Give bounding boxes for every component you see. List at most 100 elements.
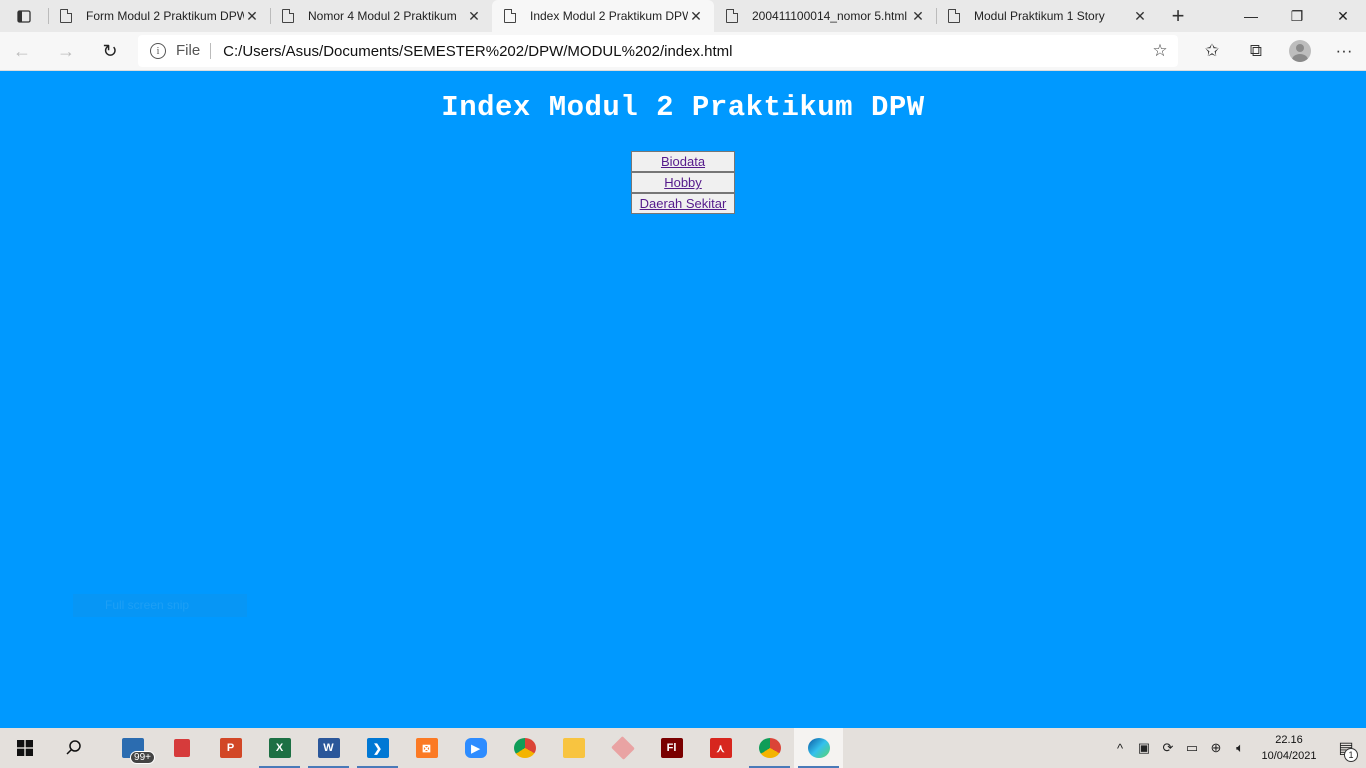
- clock[interactable]: 22.16 10/04/2021: [1252, 732, 1326, 764]
- zoom-icon: ▶: [464, 738, 487, 758]
- chrome-profile-icon: [758, 738, 781, 758]
- new-tab-button[interactable]: +: [1158, 0, 1198, 32]
- battery-icon[interactable]: ▭: [1180, 740, 1204, 756]
- gift-icon: [173, 739, 190, 757]
- link-daerah-sekitar[interactable]: Daerah Sekitar: [631, 193, 735, 214]
- add-favorite-icon[interactable]: ☆: [1142, 41, 1178, 61]
- more-icon: ···: [1335, 41, 1353, 60]
- favorites-icon: ✩: [1204, 41, 1220, 60]
- close-tab-icon[interactable]: ✕: [244, 8, 260, 25]
- excel-app[interactable]: X: [255, 728, 304, 768]
- tab-title: Modul Praktikum 1 Story: [974, 9, 1105, 23]
- tab-strip: Form Modul 2 Praktikum DPW ✕ Nomor 4 Mod…: [0, 0, 1366, 32]
- layers-icon: [610, 736, 635, 760]
- flash-app[interactable]: Fl: [647, 728, 696, 768]
- close-tab-icon[interactable]: ✕: [910, 8, 926, 25]
- layers-app[interactable]: [598, 728, 647, 768]
- tab-title: Index Modul 2 Praktikum DPW: [530, 9, 688, 23]
- restore-button[interactable]: ❐: [1274, 0, 1320, 32]
- powerpoint-icon: P: [219, 738, 242, 758]
- tab-2[interactable]: Index Modul 2 Praktikum DPW ✕: [492, 0, 714, 32]
- tab-title: Nomor 4 Modul 2 Praktikum: [308, 9, 457, 23]
- back-button[interactable]: ←: [0, 35, 44, 67]
- tab-4[interactable]: Modul Praktikum 1 Story ✕: [936, 0, 1158, 32]
- zoom-app[interactable]: ▶: [451, 728, 500, 768]
- tab-title: Form Modul 2 Praktikum DPW: [86, 9, 244, 23]
- tab-title: 200411100014_nomor 5.html: [752, 9, 908, 23]
- link-hobby[interactable]: Hobby: [631, 172, 735, 193]
- close-window-button[interactable]: ✕: [1320, 0, 1366, 32]
- snip-overlay: Full screen snip: [73, 594, 247, 617]
- tab-1[interactable]: Nomor 4 Modul 2 Praktikum ✕: [270, 0, 492, 32]
- document-icon: [60, 9, 72, 23]
- network-icon[interactable]: ⊕: [1204, 740, 1228, 756]
- meet-now-icon[interactable]: ▣: [1132, 740, 1156, 756]
- window-controls: — ❐ ✕: [1228, 0, 1366, 32]
- tab-actions-button[interactable]: [0, 0, 48, 32]
- link-biodata[interactable]: Biodata: [631, 151, 735, 172]
- chrome-icon: [513, 738, 536, 758]
- link-menu: Biodata Hobby Daerah Sekitar: [631, 151, 735, 214]
- page-content: Index Modul 2 Praktikum DPW Biodata Hobb…: [0, 71, 1366, 728]
- file-explorer-app[interactable]: [549, 728, 598, 768]
- notification-count: 1: [1344, 748, 1358, 762]
- word-app[interactable]: W: [304, 728, 353, 768]
- refresh-icon: ↻: [102, 40, 118, 61]
- excel-icon: X: [268, 738, 291, 758]
- arrow-right-icon: →: [57, 40, 75, 61]
- forward-button[interactable]: →: [44, 35, 88, 67]
- search-icon: [65, 740, 81, 755]
- refresh-button[interactable]: ↻: [88, 35, 132, 67]
- settings-more-button[interactable]: ···: [1322, 35, 1366, 67]
- update-icon[interactable]: ⟳: [1156, 740, 1180, 756]
- browser-toolbar: ← → ↻ i File C:/Users/Asus/Documents/SEM…: [0, 32, 1366, 71]
- plus-icon: +: [1171, 3, 1185, 28]
- clock-time: 22.16: [1275, 734, 1303, 746]
- profile-button[interactable]: [1278, 35, 1322, 67]
- info-icon[interactable]: i: [150, 43, 166, 59]
- start-button[interactable]: [0, 728, 49, 768]
- powerpoint-app[interactable]: P: [206, 728, 255, 768]
- chrome-app[interactable]: [500, 728, 549, 768]
- flash-icon: Fl: [660, 738, 683, 758]
- word-icon: W: [317, 738, 340, 758]
- xampp-app[interactable]: ⊠: [402, 728, 451, 768]
- acrobat-icon: ⋏: [709, 738, 732, 758]
- notification-button[interactable]: ▤ 1: [1326, 728, 1366, 768]
- taskbar: 99+ P X W ❯ ⊠ ▶ Fl ⋏ ^ ▣ ⟳ ▭ ⊕ 🔈︎ 22.16 …: [0, 728, 1366, 768]
- collections-button[interactable]: ⧉: [1234, 35, 1278, 67]
- windows-icon: [16, 740, 33, 756]
- xampp-icon: ⊠: [415, 738, 438, 758]
- volume-icon[interactable]: 🔈︎: [1228, 740, 1252, 756]
- gift-app[interactable]: [157, 728, 206, 768]
- tab-3[interactable]: 200411100014_nomor 5.html ✕: [714, 0, 936, 32]
- acrobat-app[interactable]: ⋏: [696, 728, 745, 768]
- favorites-button[interactable]: ✩: [1190, 35, 1234, 67]
- vscode-app[interactable]: ❯: [353, 728, 402, 768]
- tab-actions-icon: [17, 10, 31, 23]
- document-icon: [282, 9, 294, 23]
- chrome-profile-app[interactable]: [745, 728, 794, 768]
- mail-app[interactable]: 99+: [108, 728, 157, 768]
- clock-date: 10/04/2021: [1261, 750, 1317, 762]
- document-icon: [726, 9, 738, 23]
- scheme-label: File: [176, 43, 212, 59]
- close-tab-icon[interactable]: ✕: [1132, 8, 1148, 25]
- mail-badge: 99+: [130, 751, 155, 764]
- edge-icon: [807, 738, 830, 758]
- avatar: [1289, 40, 1311, 62]
- chevron-up-icon[interactable]: ^: [1108, 741, 1132, 756]
- close-tab-icon[interactable]: ✕: [688, 8, 704, 25]
- edge-app[interactable]: [794, 728, 843, 768]
- address-bar[interactable]: i File C:/Users/Asus/Documents/SEMESTER%…: [138, 35, 1178, 67]
- system-tray: ^ ▣ ⟳ ▭ ⊕ 🔈︎ 22.16 10/04/2021 ▤ 1: [1108, 728, 1366, 768]
- close-tab-icon[interactable]: ✕: [466, 8, 482, 25]
- minimize-button[interactable]: —: [1228, 0, 1274, 32]
- vscode-icon: ❯: [366, 738, 389, 758]
- document-icon: [948, 9, 960, 23]
- search-button[interactable]: [49, 728, 98, 768]
- url-text[interactable]: C:/Users/Asus/Documents/SEMESTER%202/DPW…: [223, 43, 1142, 60]
- document-icon: [504, 9, 516, 23]
- page-title: Index Modul 2 Praktikum DPW: [441, 91, 925, 124]
- tab-0[interactable]: Form Modul 2 Praktikum DPW ✕: [48, 0, 270, 32]
